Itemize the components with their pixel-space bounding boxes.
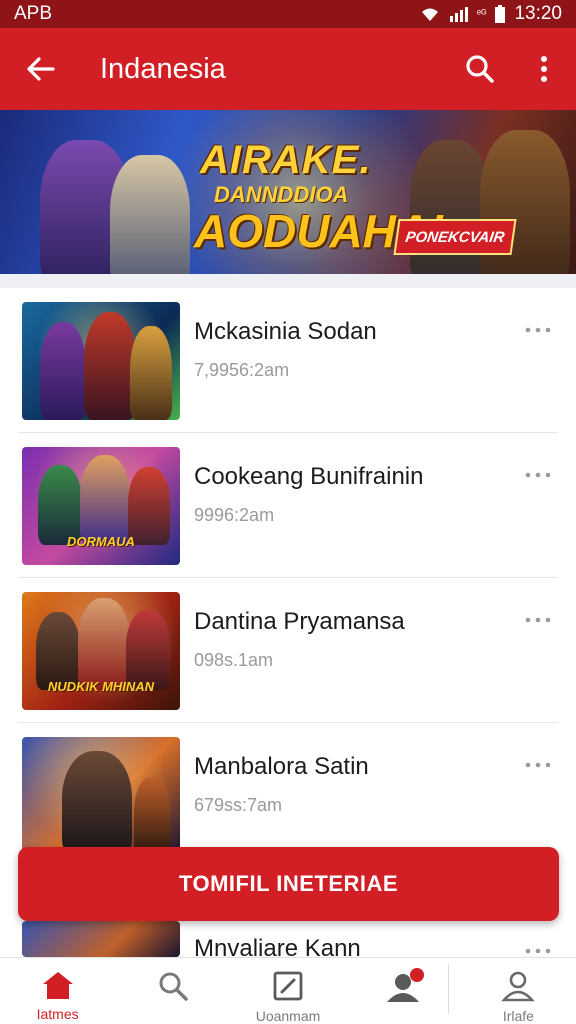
nav-item-home[interactable]: Iatmes <box>0 958 115 1024</box>
more-horizontal-icon <box>525 762 551 768</box>
nav-label: Irlafe <box>502 1008 534 1024</box>
item-thumbnail <box>22 302 180 420</box>
banner-hero-figure <box>110 155 190 274</box>
banner-cta-button[interactable]: PONEKCVAIR <box>393 219 517 255</box>
item-meta: 098s.1am <box>194 650 274 670</box>
battery-icon <box>495 5 506 23</box>
primary-action-button[interactable]: TOMIFIL INETERIAE <box>18 847 559 921</box>
item-thumbnail: DORMAUA <box>22 447 180 565</box>
page-title: Indanesia <box>100 52 226 85</box>
item-thumbnail <box>22 921 180 957</box>
nav-item-profile[interactable]: Irlafe <box>461 958 576 1024</box>
app-bar: Indanesia <box>0 28 576 110</box>
thumbnail-caption: DORMAUA <box>67 534 135 549</box>
edit-icon <box>273 971 303 1001</box>
nav-item-search[interactable] <box>115 958 230 1024</box>
item-title: Cookeang Bunifrainin <box>194 463 424 490</box>
overflow-menu-button[interactable] <box>512 28 576 110</box>
signal-icon <box>449 7 468 22</box>
arrow-left-icon <box>27 57 55 81</box>
more-horizontal-icon <box>525 948 551 954</box>
wifi-icon <box>421 8 438 21</box>
thumbnail-caption: NUDKIK MHINAN <box>47 679 155 694</box>
item-meta: 7,9956:2am <box>194 360 290 380</box>
more-horizontal-icon <box>525 327 551 333</box>
nav-label: Iatmes <box>36 1006 79 1022</box>
search-icon <box>466 55 494 83</box>
status-icons: ᵉᴳ 13:20 <box>419 3 562 25</box>
list-item-partial[interactable]: Mnvaliare Kann <box>18 921 558 957</box>
item-meta: 679ss:7am <box>194 795 283 815</box>
nav-item-account[interactable] <box>346 958 461 1024</box>
more-horizontal-icon <box>525 472 551 478</box>
nav-label: Uoanmam <box>255 1008 321 1024</box>
more-vertical-icon <box>541 56 547 82</box>
list-item[interactable]: NUDKIK MHINAN Dantina Pryamansa 098s.1am <box>18 578 558 723</box>
notification-dot <box>409 968 424 982</box>
item-title: Mckasinia Sodan <box>194 318 377 345</box>
section-divider <box>0 274 576 288</box>
more-horizontal-icon <box>525 617 551 623</box>
status-app-label: APB <box>14 3 53 24</box>
banner-headline: AIRAKE. <box>200 138 372 182</box>
back-button[interactable] <box>0 28 80 110</box>
item-title: Dantina Pryamansa <box>194 608 405 635</box>
list-item[interactable]: DORMAUA Cookeang Bunifrainin 9996:2am <box>18 433 558 578</box>
item-more-button[interactable] <box>518 318 558 342</box>
item-more-button[interactable] <box>518 939 558 957</box>
search-icon <box>159 972 188 1001</box>
bottom-navigation: Iatmes Uoanmam Irlafe <box>0 957 576 1024</box>
search-button[interactable] <box>448 28 512 110</box>
home-icon <box>42 972 73 999</box>
item-thumbnail <box>22 737 180 855</box>
profile-icon <box>501 971 536 1002</box>
nav-divider <box>448 964 449 1014</box>
item-title: Mnvaliare Kann <box>194 935 361 957</box>
item-title: Manbalora Satin <box>194 753 369 780</box>
nav-item-edit[interactable]: Uoanmam <box>230 958 345 1024</box>
item-more-button[interactable] <box>518 608 558 632</box>
item-more-button[interactable] <box>518 753 558 777</box>
status-bar: APB ᵉᴳ 13:20 <box>0 0 576 28</box>
network-type: ᵉᴳ <box>476 8 487 20</box>
status-time: 13:20 <box>514 3 562 24</box>
list-item[interactable]: Mckasinia Sodan 7,9956:2am <box>18 288 558 433</box>
item-thumbnail: NUDKIK MHINAN <box>22 592 180 710</box>
item-more-button[interactable] <box>518 463 558 487</box>
item-meta: 9996:2am <box>194 505 275 525</box>
